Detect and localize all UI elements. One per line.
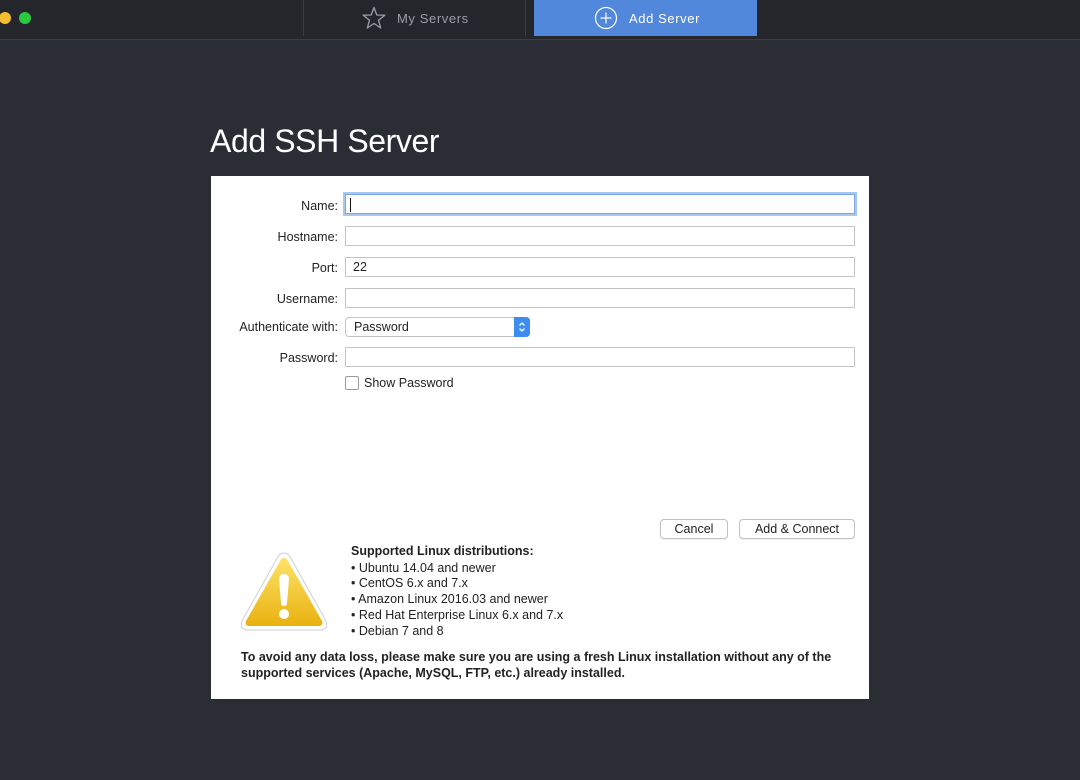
username-label: Username: <box>276 292 338 306</box>
data-loss-notice: To avoid any data loss, please make sure… <box>241 650 832 680</box>
tab-add-server-label: Add Server <box>629 10 701 26</box>
plus-circle-icon <box>594 6 618 30</box>
list-item: • Ubuntu 14.04 and newer <box>351 560 496 575</box>
show-password-label: Show Password <box>364 376 454 390</box>
hostname-field[interactable] <box>345 226 855 246</box>
auth-method-select[interactable]: Password <box>345 317 530 337</box>
supported-distributions: Supported Linux distributions: • Ubuntu … <box>351 544 563 639</box>
supported-distributions-title: Supported Linux distributions: <box>351 544 534 558</box>
username-field[interactable] <box>345 288 855 308</box>
tab-add-server[interactable]: Add Server <box>534 0 757 36</box>
cancel-button[interactable]: Cancel <box>660 519 728 539</box>
list-item: • CentOS 6.x and 7.x <box>351 576 468 591</box>
list-item: • Red Hat Enterprise Linux 6.x and 7.x <box>351 607 564 622</box>
hostname-label: Hostname: <box>277 230 338 244</box>
show-password-checkbox[interactable] <box>345 376 359 390</box>
password-field[interactable] <box>345 347 855 367</box>
name-label: Name: <box>301 199 338 213</box>
auth-method-label: Authenticate with: <box>239 320 338 334</box>
password-label: Password: <box>279 351 338 365</box>
add-connect-button[interactable]: Add & Connect <box>739 519 855 539</box>
auth-method-value: Password <box>354 320 409 334</box>
star-icon <box>362 6 386 30</box>
list-item: • Debian 7 and 8 <box>351 623 444 638</box>
port-field[interactable]: 22 <box>345 257 855 277</box>
warning-triangle-icon <box>240 552 328 631</box>
add-server-form-panel: Name: Hostname: Port: 22 Username: Authe… <box>211 176 869 699</box>
tab-my-servers[interactable]: My Servers <box>303 0 526 36</box>
tab-my-servers-label: My Servers <box>397 10 469 26</box>
title-bar: My Servers Add Server <box>0 0 1080 40</box>
name-field[interactable] <box>345 194 855 214</box>
page-title: Add SSH Server <box>210 123 440 159</box>
text-cursor <box>350 197 351 212</box>
list-item: • Amazon Linux 2016.03 and newer <box>351 592 548 607</box>
port-label: Port: <box>311 261 338 275</box>
minimize-window-button[interactable] <box>0 12 11 24</box>
zoom-window-button[interactable] <box>19 12 31 24</box>
chevron-updown-icon <box>514 317 530 337</box>
show-password-row[interactable]: Show Password <box>345 376 454 390</box>
